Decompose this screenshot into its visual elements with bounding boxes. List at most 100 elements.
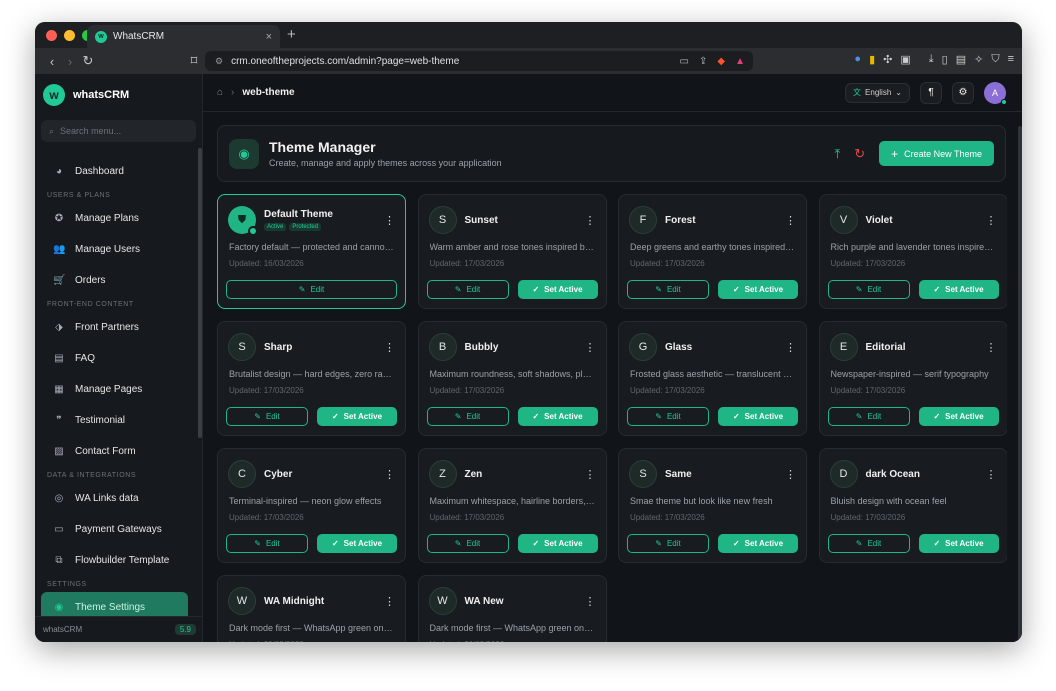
theme-card[interactable]: F Forest ⋮ Deep greens and earthy tones … xyxy=(618,194,807,309)
set-active-button[interactable]: ✓ Set Active xyxy=(517,534,598,553)
puzzle-icon[interactable]: ✣ xyxy=(883,53,892,66)
theme-card[interactable]: E Editorial ⋮ Newspaper-inspired — serif… xyxy=(818,321,1007,436)
theme-card[interactable]: C Cyber ⋮ Terminal-inspired — neon glow … xyxy=(217,448,406,563)
cast-icon[interactable]: ▭ xyxy=(680,56,689,67)
sidebar-item-partners[interactable]: ⬗ Front Partners xyxy=(35,312,202,343)
theme-card[interactable]: Z Zen ⋮ Maximum whitespace, hairline bor… xyxy=(417,448,607,563)
theme-card[interactable]: V Violet ⋮ Rich purple and lavender tone… xyxy=(818,194,1007,309)
upload-icon[interactable]: ⤒ xyxy=(834,146,840,162)
more-options-icon[interactable]: ⋮ xyxy=(585,341,596,354)
brand[interactable]: w whatsCRM xyxy=(35,74,202,116)
more-options-icon[interactable]: ⋮ xyxy=(785,341,796,354)
set-active-button[interactable]: ✓ Set Active xyxy=(317,534,397,553)
back-icon[interactable]: ‹ xyxy=(43,54,61,69)
url-field[interactable]: ⚙ crm.oneoftheprojects.com/admin?page=we… xyxy=(205,51,753,71)
sidebar-toggle-icon[interactable]: ▯ xyxy=(942,53,948,66)
main-scrollbar[interactable] xyxy=(1018,126,1022,642)
edit-button[interactable]: ✎ Edit xyxy=(426,534,509,553)
browser-tab[interactable]: w WhatsCRM × xyxy=(87,25,280,48)
brave-rewards-icon[interactable]: ▲ xyxy=(735,56,745,67)
more-options-icon[interactable]: ⋮ xyxy=(785,468,796,481)
share-icon[interactable]: ⇪ xyxy=(699,56,707,67)
set-active-button[interactable]: ✓ Set Active xyxy=(918,534,999,553)
theme-card[interactable]: S Sharp ⋮ Brutalist design — hard edges,… xyxy=(217,321,406,436)
language-select[interactable]: 文 English ⌄ xyxy=(845,82,910,103)
more-options-icon[interactable]: ⋮ xyxy=(986,468,997,481)
set-active-button[interactable]: ✓ Set Active xyxy=(517,407,598,426)
edit-button[interactable]: ✎ Edit xyxy=(426,280,509,299)
sidebar-item-faq[interactable]: ▤ FAQ xyxy=(35,343,202,374)
brave-shield-icon[interactable]: ◆ xyxy=(717,56,725,67)
set-active-button[interactable]: ✓ Set Active xyxy=(317,407,397,426)
set-active-button[interactable]: ✓ Set Active xyxy=(718,534,798,553)
minimize-window-button[interactable] xyxy=(64,29,75,41)
sidebar-item-testimonial[interactable]: ❞ Testimonial xyxy=(35,405,202,436)
home-icon[interactable]: ⌂ xyxy=(217,87,223,98)
sidebar-item-dashboard[interactable]: ◕ Dashboard xyxy=(35,156,202,187)
sidebar-item-users[interactable]: 👥 Manage Users xyxy=(35,234,202,265)
screenshot-icon[interactable]: ▣ xyxy=(900,53,910,66)
theme-card[interactable]: B Bubbly ⋮ Maximum roundness, soft shado… xyxy=(417,321,607,436)
sidebar-item-flowbuilder[interactable]: ⧉ Flowbuilder Template xyxy=(35,545,202,576)
edit-button[interactable]: ✎ Edit xyxy=(627,534,709,553)
more-options-icon[interactable]: ⋮ xyxy=(986,341,997,354)
edit-button[interactable]: ✎ Edit xyxy=(226,407,308,426)
theme-card[interactable]: W WA New ⋮ Dark mode first — WhatsApp gr… xyxy=(417,575,607,642)
edit-button[interactable]: ✎ Edit xyxy=(827,280,910,299)
sidebar-item-pages[interactable]: ▦ Manage Pages xyxy=(35,374,202,405)
theme-card[interactable]: S Same ⋮ Smae theme but look like new fr… xyxy=(618,448,807,563)
theme-card[interactable]: W WA Midnight ⋮ Dark mode first — WhatsA… xyxy=(217,575,406,642)
edit-button[interactable]: ✎ Edit xyxy=(426,407,509,426)
edit-button[interactable]: ✎ Edit xyxy=(827,407,910,426)
more-options-icon[interactable]: ⋮ xyxy=(384,595,395,608)
new-tab-button[interactable]: + xyxy=(287,26,296,43)
bookmark-icon[interactable]: ⌑ xyxy=(185,53,203,69)
more-options-icon[interactable]: ⋮ xyxy=(384,468,395,481)
more-options-icon[interactable]: ⋮ xyxy=(585,468,596,481)
sidebar-scrollbar[interactable] xyxy=(198,148,202,438)
set-active-button[interactable]: ✓ Set Active xyxy=(918,280,999,299)
forward-icon[interactable]: › xyxy=(61,54,79,69)
refresh-icon[interactable]: ↻ xyxy=(854,146,865,162)
edit-button[interactable]: ✎ Edit xyxy=(226,534,308,553)
set-active-button[interactable]: ✓ Set Active xyxy=(718,407,798,426)
wallet-icon[interactable]: ▤ xyxy=(956,53,966,66)
more-options-icon[interactable]: ⋮ xyxy=(384,214,395,227)
sidebar-item-plans[interactable]: ✪ Manage Plans xyxy=(35,203,202,234)
set-active-button[interactable]: ✓ Set Active xyxy=(918,407,999,426)
sidebar-item-payment[interactable]: ▭ Payment Gateways xyxy=(35,514,202,545)
leo-icon[interactable]: ✧ xyxy=(974,53,983,66)
theme-card[interactable]: G Glass ⋮ Frosted glass aesthetic — tran… xyxy=(618,321,807,436)
close-tab-icon[interactable]: × xyxy=(266,31,272,43)
edit-button[interactable]: ✎ Edit xyxy=(627,407,709,426)
settings-button[interactable]: ⚙ xyxy=(952,81,974,104)
search-menu-input[interactable]: ⌕ Search menu... xyxy=(41,120,196,142)
theme-card[interactable]: S Sunset ⋮ Warm amber and rose tones ins… xyxy=(417,194,607,309)
sidebar-item-contact[interactable]: ▨ Contact Form xyxy=(35,436,202,467)
edit-button[interactable]: ✎ Edit xyxy=(827,534,910,553)
site-settings-icon[interactable]: ⚙ xyxy=(215,56,223,67)
hamburger-menu-icon[interactable]: ≡ xyxy=(1008,53,1014,66)
reload-icon[interactable]: ↻ xyxy=(79,53,97,69)
create-theme-button[interactable]: + Create New Theme xyxy=(879,141,994,166)
more-options-icon[interactable]: ⋮ xyxy=(384,341,395,354)
more-options-icon[interactable]: ⋮ xyxy=(585,595,596,608)
sidebar-item-walinks[interactable]: ◎ WA Links data xyxy=(35,483,202,514)
theme-card[interactable]: D dark Ocean ⋮ Bluish design with ocean … xyxy=(818,448,1007,563)
vpn-icon[interactable]: ⛉ xyxy=(991,53,999,66)
edit-button[interactable]: ✎ Edit xyxy=(226,280,397,299)
download-icon[interactable]: ⤓ xyxy=(929,53,934,66)
close-window-button[interactable] xyxy=(46,29,57,41)
more-options-icon[interactable]: ⋮ xyxy=(785,214,796,227)
sidebar-item-orders[interactable]: 🛒 Orders xyxy=(35,265,202,296)
edit-button[interactable]: ✎ Edit xyxy=(627,280,709,299)
set-active-button[interactable]: ✓ Set Active xyxy=(517,280,598,299)
chart-extension-icon[interactable]: ▮ xyxy=(869,53,875,66)
set-active-button[interactable]: ✓ Set Active xyxy=(718,280,798,299)
avatar[interactable]: A xyxy=(984,81,1007,105)
extension-icon[interactable]: ● xyxy=(854,53,861,66)
more-options-icon[interactable]: ⋮ xyxy=(585,214,596,227)
more-options-icon[interactable]: ⋮ xyxy=(986,214,997,227)
theme-card[interactable]: ⛊ Default Theme Active Protected ⋮ Factor… xyxy=(217,194,406,309)
rtl-toggle-button[interactable]: ¶ xyxy=(920,81,942,104)
